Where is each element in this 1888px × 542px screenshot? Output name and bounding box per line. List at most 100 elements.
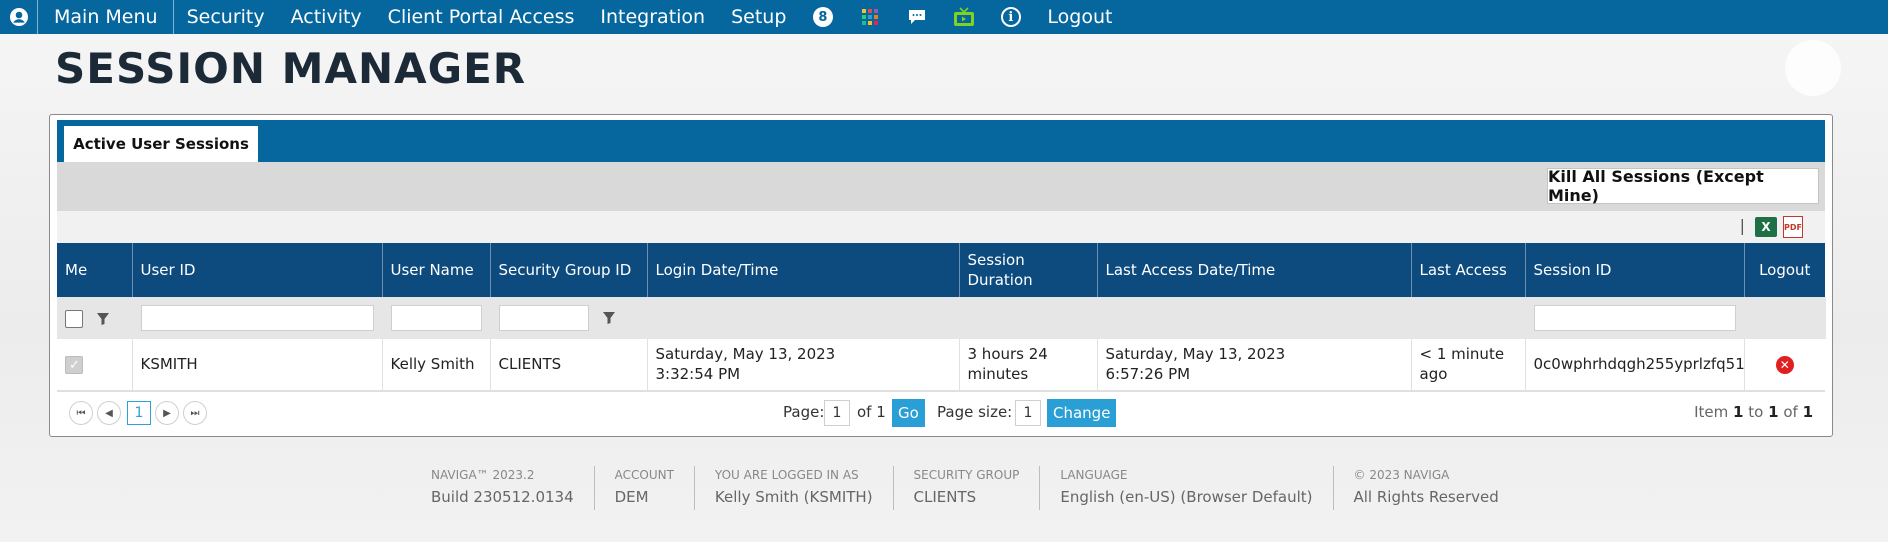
col-header-last-access[interactable]: Last Access <box>1411 243 1526 297</box>
footer-value: Kelly Smith (KSMITH) <box>714 488 873 506</box>
user-id-filter-input[interactable] <box>140 305 374 331</box>
footer-security-group: SECURITY GROUP CLIENTS <box>894 466 1041 510</box>
cell-user-id: KSMITH <box>132 339 383 391</box>
last-page-icon[interactable]: ⏭ <box>183 401 207 425</box>
cell-session-id: 0c0wphrhdqgh255yprlzfq51 <box>1525 339 1745 391</box>
footer-logged-in-as: YOU ARE LOGGED IN AS Kelly Smith (KSMITH… <box>695 466 894 510</box>
pdf-export-icon[interactable]: PDF <box>1783 216 1803 238</box>
tab-active-user-sessions[interactable]: Active User Sessions <box>64 126 258 162</box>
filter-row <box>57 297 1826 339</box>
footer-version: NAVIGA™ 2023.2 Build 230512.0134 <box>413 466 595 510</box>
tab-strip: Active User Sessions <box>57 120 1825 162</box>
export-bar: | X PDF <box>57 211 1825 243</box>
footer-value: All Rights Reserved <box>1353 488 1499 506</box>
nav-main-menu[interactable]: Main Menu <box>38 0 174 34</box>
col-header-logout[interactable]: Logout <box>1744 243 1825 297</box>
nav-activity[interactable]: Activity <box>278 0 375 34</box>
tv-icon[interactable] <box>940 0 987 34</box>
export-separator: | <box>1739 216 1745 235</box>
duration-line-2: minutes <box>967 365 1029 384</box>
filter-icon[interactable] <box>96 312 110 326</box>
command-bar: Kill All Sessions (Except Mine) <box>57 162 1825 211</box>
col-header-user-name[interactable]: User Name <box>382 243 491 297</box>
cell-last-access-date-time: Saturday, May 13, 2023 6:57:26 PM <box>1097 339 1412 391</box>
nav-client-portal-access[interactable]: Client Portal Access <box>375 0 588 34</box>
col-header-last-access-date-time[interactable]: Last Access Date/Time <box>1097 243 1412 297</box>
cell-user-name: Kelly Smith <box>382 339 491 391</box>
nav-integration[interactable]: Integration <box>587 0 718 34</box>
notification-badge[interactable]: 8 <box>799 0 846 34</box>
me-row-checkbox <box>65 355 83 376</box>
cell-session-duration: 3 hours 24 minutes <box>959 339 1098 391</box>
page-label: Page: <box>783 403 825 421</box>
next-page-icon[interactable]: ▶ <box>155 401 179 425</box>
last-access-time: 6:57:26 PM <box>1105 365 1191 384</box>
footer-value: English (en-US) (Browser Default) <box>1060 488 1313 506</box>
item-of-label: of <box>1783 403 1798 421</box>
last-access-line-2: ago <box>1419 365 1448 384</box>
footer-label: YOU ARE LOGGED IN AS <box>714 468 859 482</box>
nav-logout[interactable]: Logout <box>1034 0 1125 34</box>
item-prefix: Item <box>1694 403 1729 421</box>
page-size-label: Page size: <box>937 403 1013 421</box>
notification-count: 8 <box>812 7 833 27</box>
top-nav: Main Menu Security Activity Client Porta… <box>0 0 1888 34</box>
login-date: Saturday, May 13, 2023 <box>655 345 836 364</box>
col-header-user-id[interactable]: User ID <box>132 243 383 297</box>
footer-value: Build 230512.0134 <box>431 488 574 506</box>
item-to: 1 <box>1768 403 1779 421</box>
info-icon[interactable]: i <box>987 0 1034 34</box>
footer-copyright: © 2023 NAVIGA All Rights Reserved <box>1334 466 1519 510</box>
security-group-filter-input[interactable] <box>498 305 589 331</box>
me-filter-checkbox[interactable] <box>65 309 83 328</box>
col-header-session-id[interactable]: Session ID <box>1525 243 1745 297</box>
page-of-label: of 1 <box>857 403 886 421</box>
footer-value: DEM <box>614 488 649 506</box>
user-account-icon[interactable] <box>0 0 38 34</box>
last-access-date: Saturday, May 13, 2023 <box>1105 345 1286 364</box>
footer-value: CLIENTS <box>913 488 977 506</box>
col-header-session-duration[interactable]: Session Duration <box>959 243 1098 297</box>
go-button[interactable]: Go <box>892 399 925 427</box>
col-header-me[interactable]: Me <box>57 243 133 297</box>
page-size-input[interactable]: 1 <box>1015 400 1041 426</box>
session-id-filter-input[interactable] <box>1533 305 1736 331</box>
cell-security-group: CLIENTS <box>490 339 648 391</box>
nav-security[interactable]: Security <box>174 0 278 34</box>
footer: NAVIGA™ 2023.2 Build 230512.0134 ACCOUNT… <box>413 466 1519 510</box>
logout-session-icon[interactable]: ✕ <box>1775 356 1794 375</box>
excel-export-icon[interactable]: X <box>1755 217 1777 237</box>
page-title: SESSION MANAGER <box>55 44 527 93</box>
cell-last-access: < 1 minute ago <box>1411 339 1526 391</box>
page-input[interactable]: 1 <box>824 400 850 426</box>
kill-all-sessions-button[interactable]: Kill All Sessions (Except Mine) <box>1547 167 1819 205</box>
apps-grid-icon[interactable] <box>846 0 893 34</box>
user-name-filter-input[interactable] <box>390 305 482 331</box>
item-total: 1 <box>1802 403 1813 421</box>
duration-line-1: 3 hours 24 <box>967 345 1048 364</box>
pager: ⏮ ◀ 1 ▶ ⏭ Page: 1 of 1 Go Page size: 1 C… <box>57 391 1825 431</box>
filter-icon[interactable] <box>602 311 616 325</box>
nav-setup[interactable]: Setup <box>718 0 799 34</box>
footer-language: LANGUAGE English (en-US) (Browser Defaul… <box>1040 466 1334 510</box>
table-row: KSMITH Kelly Smith CLIENTS Saturday, May… <box>57 339 1825 391</box>
decorative-circle <box>1785 40 1841 96</box>
change-button[interactable]: Change <box>1047 399 1117 427</box>
page-number-button[interactable]: 1 <box>127 401 151 425</box>
prev-page-icon[interactable]: ◀ <box>97 401 121 425</box>
sessions-grid: Me User ID User Name Security Group ID L… <box>57 243 1826 391</box>
login-time: 3:32:54 PM <box>655 365 741 384</box>
sessions-panel: Active User Sessions Kill All Sessions (… <box>49 114 1833 437</box>
item-to-label: to <box>1748 403 1764 421</box>
first-page-icon[interactable]: ⏮ <box>69 401 93 425</box>
last-access-line-1: < 1 minute <box>1419 345 1505 364</box>
footer-label: NAVIGA™ 2023.2 <box>431 468 535 482</box>
footer-label: LANGUAGE <box>1060 468 1128 482</box>
footer-label: SECURITY GROUP <box>913 468 1020 482</box>
footer-label: ACCOUNT <box>614 468 674 482</box>
col-header-security-group-id[interactable]: Security Group ID <box>490 243 648 297</box>
col-header-login-date-time[interactable]: Login Date/Time <box>647 243 960 297</box>
item-from: 1 <box>1733 403 1744 421</box>
chat-icon[interactable] <box>893 0 940 34</box>
footer-account: ACCOUNT DEM <box>595 466 695 510</box>
